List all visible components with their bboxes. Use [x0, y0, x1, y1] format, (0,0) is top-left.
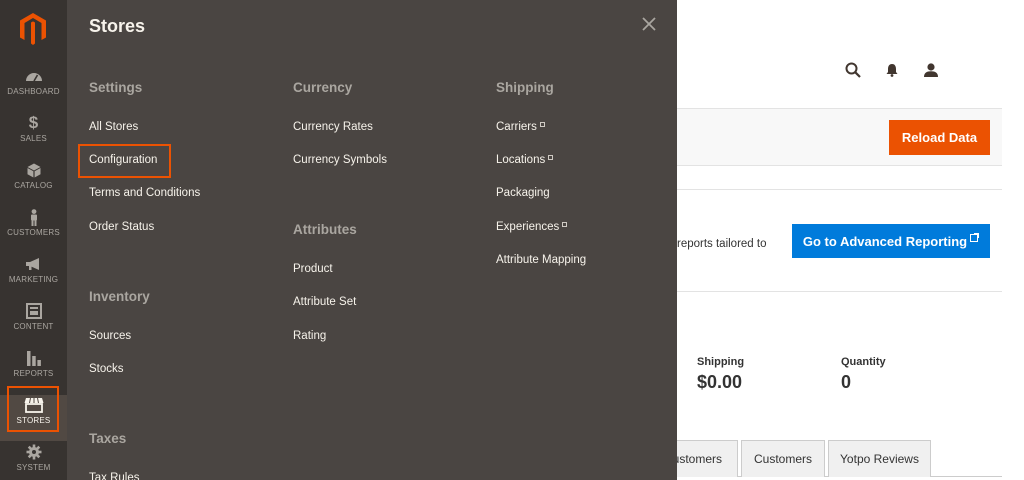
- configuration-highlight: [78, 144, 171, 178]
- nav-dashboard[interactable]: DASHBOARD: [0, 66, 67, 112]
- shipping-stat: Shipping $0.00: [697, 356, 744, 393]
- shipping-heading: Shipping: [496, 80, 554, 95]
- menu-order-status[interactable]: Order Status: [89, 221, 154, 233]
- nav-dashboard-label: DASHBOARD: [7, 87, 60, 96]
- external-link-icon: [539, 121, 545, 127]
- nav-system-label: SYSTEM: [16, 463, 51, 472]
- menu-locations[interactable]: Locations: [496, 154, 554, 166]
- nav-marketing-label: MARKETING: [8, 275, 59, 284]
- external-link-icon: [562, 221, 568, 227]
- menu-currency-symbols[interactable]: Currency Symbols: [293, 154, 387, 166]
- menu-experiences-label: Experiences: [496, 221, 560, 233]
- menu-packaging[interactable]: Packaging: [496, 187, 550, 199]
- menu-locations-label: Locations: [496, 154, 546, 166]
- quantity-value: 0: [841, 372, 852, 392]
- header-actions: [845, 62, 939, 78]
- bars-icon: [26, 348, 42, 368]
- advanced-reporting-label: Go to Advanced Reporting: [802, 233, 968, 249]
- settings-heading: Settings: [89, 80, 143, 95]
- menu-stocks[interactable]: Stocks: [89, 363, 124, 375]
- nav-customers[interactable]: CUSTOMERS: [0, 207, 67, 253]
- nav-marketing[interactable]: MARKETING: [0, 254, 67, 300]
- quantity-stat: Quantity 0: [841, 356, 886, 393]
- menu-terms-and-conditions[interactable]: Terms and Conditions: [89, 187, 200, 199]
- tab-yotpo-reviews[interactable]: Yotpo Reviews: [828, 440, 931, 477]
- nav-customers-label: CUSTOMERS: [7, 228, 60, 237]
- menu-carriers-label: Carriers: [496, 121, 537, 133]
- menu-sources[interactable]: Sources: [89, 330, 131, 342]
- menu-currency-rates[interactable]: Currency Rates: [293, 121, 373, 133]
- inventory-heading: Inventory: [89, 289, 150, 304]
- user-icon[interactable]: [923, 62, 939, 78]
- flyout-title: Stores: [89, 16, 146, 36]
- search-icon[interactable]: [845, 62, 861, 78]
- nav-sales-label: SALES: [20, 134, 47, 143]
- dashboard-icon: [25, 66, 43, 86]
- magento-logo-icon[interactable]: [19, 12, 47, 46]
- menu-attribute-mapping[interactable]: Attribute Mapping: [496, 254, 586, 266]
- bell-icon[interactable]: [885, 63, 899, 77]
- nav-sales[interactable]: $ SALES: [0, 113, 67, 159]
- menu-all-stores[interactable]: All Stores: [89, 121, 138, 133]
- cube-icon: [27, 160, 41, 180]
- dollar-icon: $: [28, 113, 39, 132]
- stores-flyout-menu: Stores Settings All Stores Configuration…: [67, 0, 677, 480]
- menu-carriers[interactable]: Carriers: [496, 121, 545, 133]
- currency-heading: Currency: [293, 80, 353, 95]
- gear-icon: [26, 442, 42, 462]
- tab-customers[interactable]: Customers: [741, 440, 825, 477]
- advanced-reporting-button[interactable]: Go to Advanced Reporting: [792, 224, 990, 258]
- nav-reports-label: REPORTS: [13, 369, 54, 378]
- advanced-reporting-text: reports tailored to: [677, 238, 767, 250]
- close-icon[interactable]: [639, 14, 659, 34]
- shipping-value: $0.00: [697, 372, 743, 392]
- nav-content[interactable]: CONTENT: [0, 301, 67, 347]
- shipping-label: Shipping: [697, 356, 745, 368]
- menu-experiences[interactable]: Experiences: [496, 221, 568, 233]
- nav-system[interactable]: SYSTEM: [0, 442, 67, 480]
- menu-tax-rules[interactable]: Tax Rules: [89, 472, 140, 480]
- nav-catalog-label: CATALOG: [14, 181, 53, 190]
- external-link-icon: [548, 154, 554, 160]
- stores-highlight: [7, 386, 59, 432]
- menu-attribute-set[interactable]: Attribute Set: [293, 296, 356, 308]
- nav-catalog[interactable]: CATALOG: [0, 160, 67, 206]
- attributes-heading: Attributes: [293, 222, 357, 237]
- taxes-heading: Taxes: [89, 431, 127, 446]
- divider: [677, 189, 1002, 190]
- reload-data-button[interactable]: Reload Data: [889, 120, 990, 155]
- external-link-icon: [970, 232, 980, 249]
- quantity-label: Quantity: [841, 356, 886, 368]
- divider: [677, 291, 1002, 292]
- menu-product[interactable]: Product: [293, 263, 333, 275]
- admin-sidebar: DASHBOARD $ SALES CATALOG CUSTOMERS MARK…: [0, 0, 67, 480]
- person-icon: [29, 207, 39, 227]
- menu-rating[interactable]: Rating: [293, 330, 326, 342]
- megaphone-icon: [25, 254, 43, 274]
- nav-content-label: CONTENT: [13, 322, 54, 331]
- layout-icon: [25, 301, 42, 321]
